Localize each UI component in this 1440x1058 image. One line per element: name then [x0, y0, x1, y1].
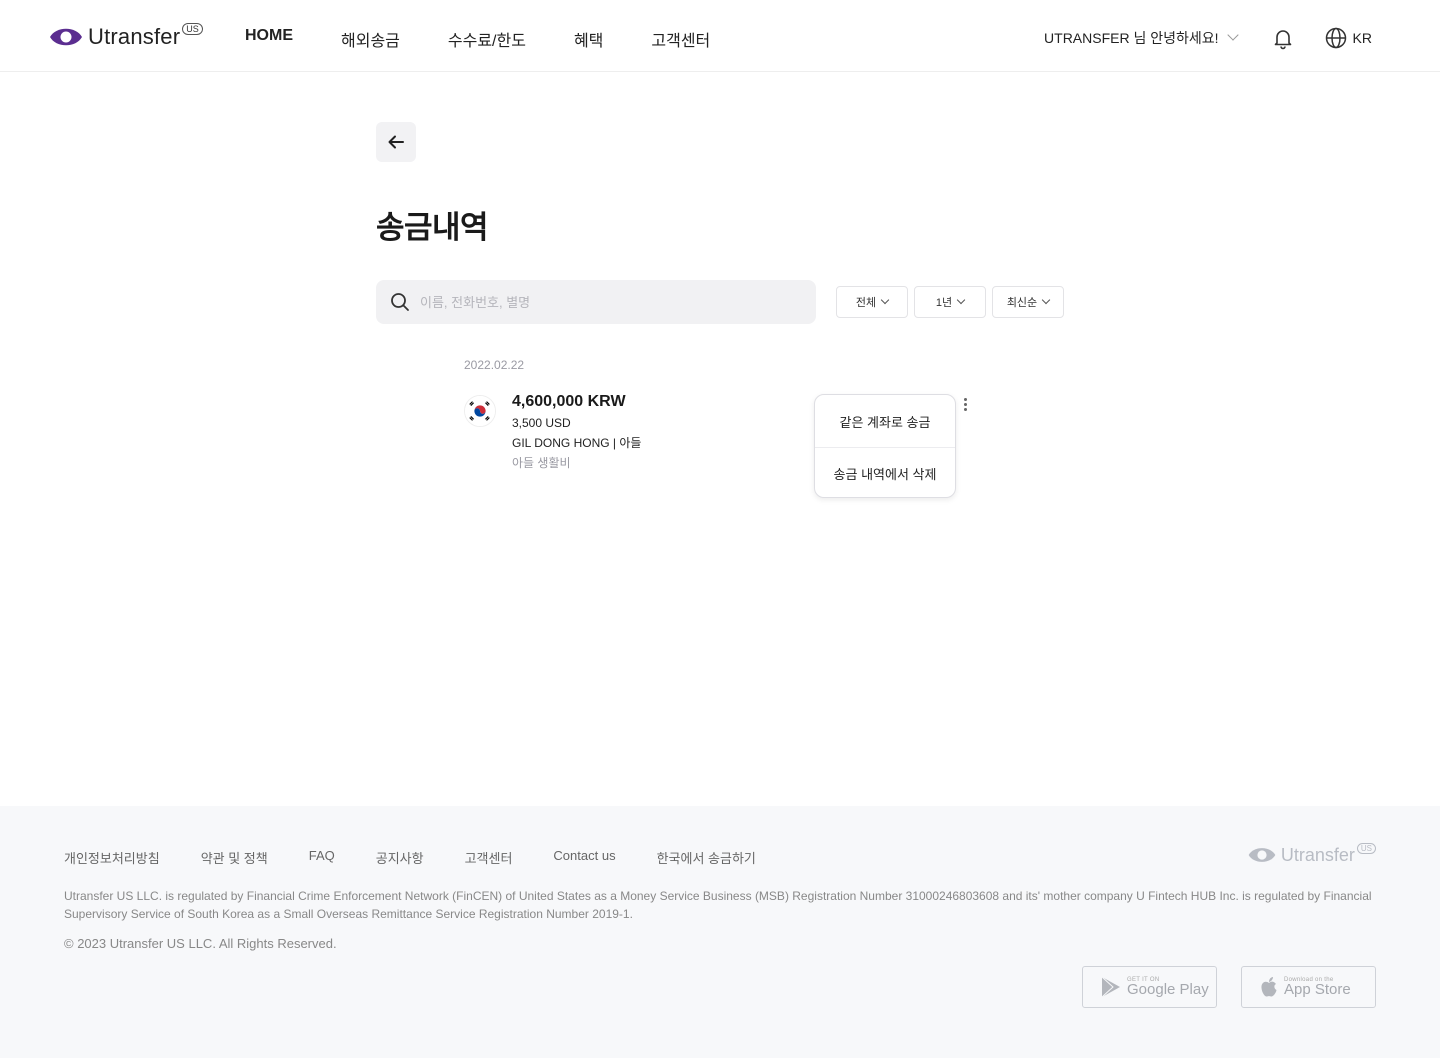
google-play-button[interactable]: GET IT ON Google Play [1082, 966, 1217, 1008]
footer-link-faq[interactable]: FAQ [309, 848, 335, 867]
footer-logo-icon [1248, 848, 1276, 862]
filter-period-dropdown[interactable]: 1년 [914, 286, 986, 318]
chevron-down-icon [1226, 29, 1239, 41]
transaction-recipient: GIL DONG HONG | 아들 [512, 436, 642, 450]
bell-icon[interactable] [1271, 26, 1295, 50]
google-play-label: Google Play [1127, 981, 1209, 998]
legal-disclaimer: Utransfer US LLC. is regulated by Financ… [64, 889, 1372, 921]
nav-support[interactable]: 고객센터 [651, 27, 710, 51]
nav-home[interactable]: HOME [245, 27, 293, 51]
apple-icon [1261, 977, 1277, 997]
user-area: UTRANSFER 님 안녕하세요! KR [1044, 26, 1372, 50]
korea-flag-icon [464, 395, 496, 427]
search-input[interactable] [420, 294, 780, 310]
chevron-down-icon [956, 295, 966, 305]
chevron-down-icon [1041, 295, 1051, 305]
footer-link-privacy[interactable]: 개인정보처리방침 [64, 848, 160, 867]
footer-links: 개인정보처리방침 약관 및 정책 FAQ 공지사항 고객센터 Contact u… [64, 848, 797, 867]
language-label: KR [1352, 30, 1372, 46]
logo[interactable]: Utransfer US [48, 23, 203, 50]
footer-link-notice[interactable]: 공지사항 [376, 848, 424, 867]
nav-remittance[interactable]: 해외송금 [341, 27, 400, 51]
filter-sort-dropdown[interactable]: 최신순 [992, 286, 1064, 318]
page-title: 송금내역 [376, 210, 489, 245]
footer: 개인정보처리방침 약관 및 정책 FAQ 공지사항 고객센터 Contact u… [0, 806, 1440, 1058]
transaction-date: 2022.02.22 [464, 358, 525, 372]
footer-logo-badge: US [1356, 842, 1376, 854]
nav-fees-limits[interactable]: 수수료/한도 [448, 27, 526, 51]
search-icon [391, 293, 409, 311]
nav-benefits[interactable]: 혜택 [574, 27, 603, 51]
globe-icon [1325, 27, 1346, 49]
resend-same-account-option[interactable]: 같은 계좌로 송금 [815, 395, 955, 447]
filter-sort-label: 최신순 [1006, 297, 1038, 309]
transaction-amount: 4,600,000 KRW [512, 393, 626, 410]
main-nav: HOME 해외송금 수수료/한도 혜택 고객센터 [245, 27, 758, 51]
app-store-label: App Store [1284, 981, 1351, 998]
footer-logo: Utransfer US [1247, 842, 1376, 866]
more-options-icon[interactable] [958, 396, 974, 414]
app-store-button[interactable]: Download on the App Store [1241, 966, 1376, 1008]
logo-icon [50, 28, 82, 46]
top-header: Utransfer US HOME 해외송금 수수료/한도 혜택 고객센터 UT… [0, 0, 1440, 72]
arrow-left-icon [388, 135, 404, 149]
footer-logo-text: Utransfer [1280, 844, 1355, 865]
user-greeting: UTRANSFER 님 안녕하세요! [1044, 30, 1219, 46]
chevron-down-icon [880, 295, 890, 305]
logo-badge: US [182, 23, 203, 35]
transaction-context-menu: 같은 계좌로 송금 송금 내역에서 삭제 [814, 394, 956, 498]
search-box [376, 280, 816, 324]
google-play-icon [1101, 976, 1120, 998]
transaction-memo: 아들 생활비 [512, 456, 571, 470]
copyright: © 2023 Utransfer US LLC. All Rights Rese… [64, 936, 337, 951]
footer-link-support[interactable]: 고객센터 [465, 848, 513, 867]
filter-type-dropdown[interactable]: 전체 [836, 286, 908, 318]
filter-type-label: 전체 [855, 297, 877, 309]
logo-text: Utransfer [88, 24, 181, 49]
transaction-usd: 3,500 USD [512, 416, 571, 430]
footer-link-korea-remit[interactable]: 한국에서 송금하기 [657, 848, 756, 867]
filter-period-label: 1년 [935, 297, 953, 309]
footer-link-contact[interactable]: Contact us [553, 848, 615, 867]
delete-history-option[interactable]: 송금 내역에서 삭제 [815, 447, 955, 499]
user-menu[interactable]: UTRANSFER 님 안녕하세요! [1044, 28, 1239, 48]
back-button[interactable] [376, 122, 416, 162]
language-selector[interactable]: KR [1325, 27, 1372, 49]
footer-link-terms[interactable]: 약관 및 정책 [201, 848, 268, 867]
